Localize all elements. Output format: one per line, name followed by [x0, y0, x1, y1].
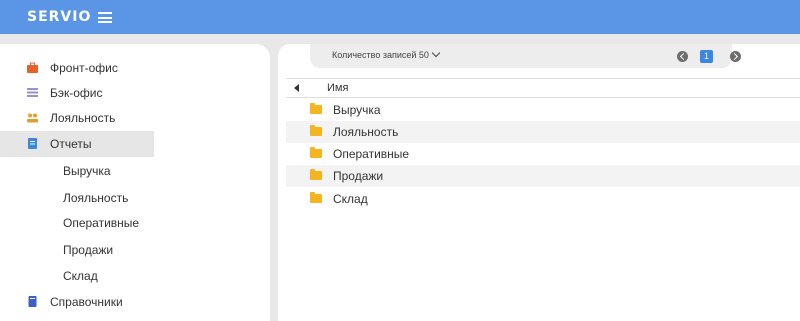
chevron-down-icon: [431, 48, 441, 58]
top-bar: SERVIO: [0, 0, 800, 34]
pagination-toolbar: Количество записей 50 1: [310, 44, 741, 68]
sidebar-item-label: Отчеты: [50, 137, 92, 151]
folder-icon: [310, 169, 322, 180]
sidebar-item-label: Лояльность: [50, 111, 116, 125]
sidebar-subitem-warehouse[interactable]: Склад: [63, 269, 98, 283]
book-icon: [28, 296, 37, 307]
back-arrow-icon[interactable]: [294, 84, 299, 92]
next-page-button[interactable]: [730, 51, 741, 62]
folder-icon: [310, 192, 322, 203]
sidebar-item-front-office[interactable]: Фронт-офис: [0, 55, 270, 81]
folder-label: Лояльность: [333, 125, 399, 139]
folder-row[interactable]: Склад: [286, 188, 800, 210]
sidebar-item-reports[interactable]: Отчеты: [0, 131, 154, 157]
main-content: Количество записей 50 1 Имя Выручка Лоял…: [278, 44, 800, 321]
prev-page-button[interactable]: [677, 51, 688, 62]
folder-label: Оперативные: [333, 147, 410, 161]
sidebar-item-directories[interactable]: Справочники: [0, 289, 270, 315]
table-header: Имя: [286, 78, 800, 98]
panel-divider: [271, 44, 278, 321]
sidebar-subitem-revenue[interactable]: Выручка: [63, 164, 111, 178]
sidebar-subitem-sales[interactable]: Продажи: [63, 243, 113, 257]
sidebar-item-loyalty[interactable]: Лояльность: [0, 105, 270, 131]
sidebar-subitem-operative[interactable]: Оперативные: [63, 216, 139, 230]
folder-row[interactable]: Оперативные: [286, 143, 800, 165]
folder-row[interactable]: Выручка: [286, 99, 800, 121]
folder-row[interactable]: Продажи: [286, 165, 800, 187]
list-icon: [27, 88, 38, 97]
sidebar-item-label: Бэк-офис: [50, 86, 103, 100]
folder-label: Продажи: [333, 169, 384, 183]
report-icon: [28, 138, 37, 149]
folder-icon: [310, 147, 322, 158]
sidebar-item-label: Справочники: [50, 295, 123, 309]
briefcase-icon: [27, 62, 38, 73]
folder-icon: [310, 103, 322, 114]
app-logo[interactable]: SERVIO: [27, 9, 91, 25]
sidebar-item-label: Фронт-офис: [50, 61, 118, 75]
sidebar-subitem-loyalty[interactable]: Лояльность: [63, 191, 128, 205]
menu-icon[interactable]: [98, 12, 112, 23]
records-per-page-label: Количество записей 50: [332, 50, 429, 60]
folder-label: Склад: [333, 192, 368, 206]
folder-label: Выручка: [333, 103, 381, 117]
column-header-name[interactable]: Имя: [327, 82, 348, 94]
current-page-button[interactable]: 1: [700, 50, 713, 63]
folder-icon: [310, 125, 322, 136]
folder-row[interactable]: Лояльность: [286, 121, 800, 143]
records-per-page-select[interactable]: Количество записей 50: [332, 48, 441, 60]
sidebar-item-back-office[interactable]: Бэк-офис: [0, 80, 270, 106]
people-icon: [27, 113, 38, 123]
sidebar: Фронт-офис Бэк-офис Лояльность Отчеты Вы…: [0, 44, 270, 321]
